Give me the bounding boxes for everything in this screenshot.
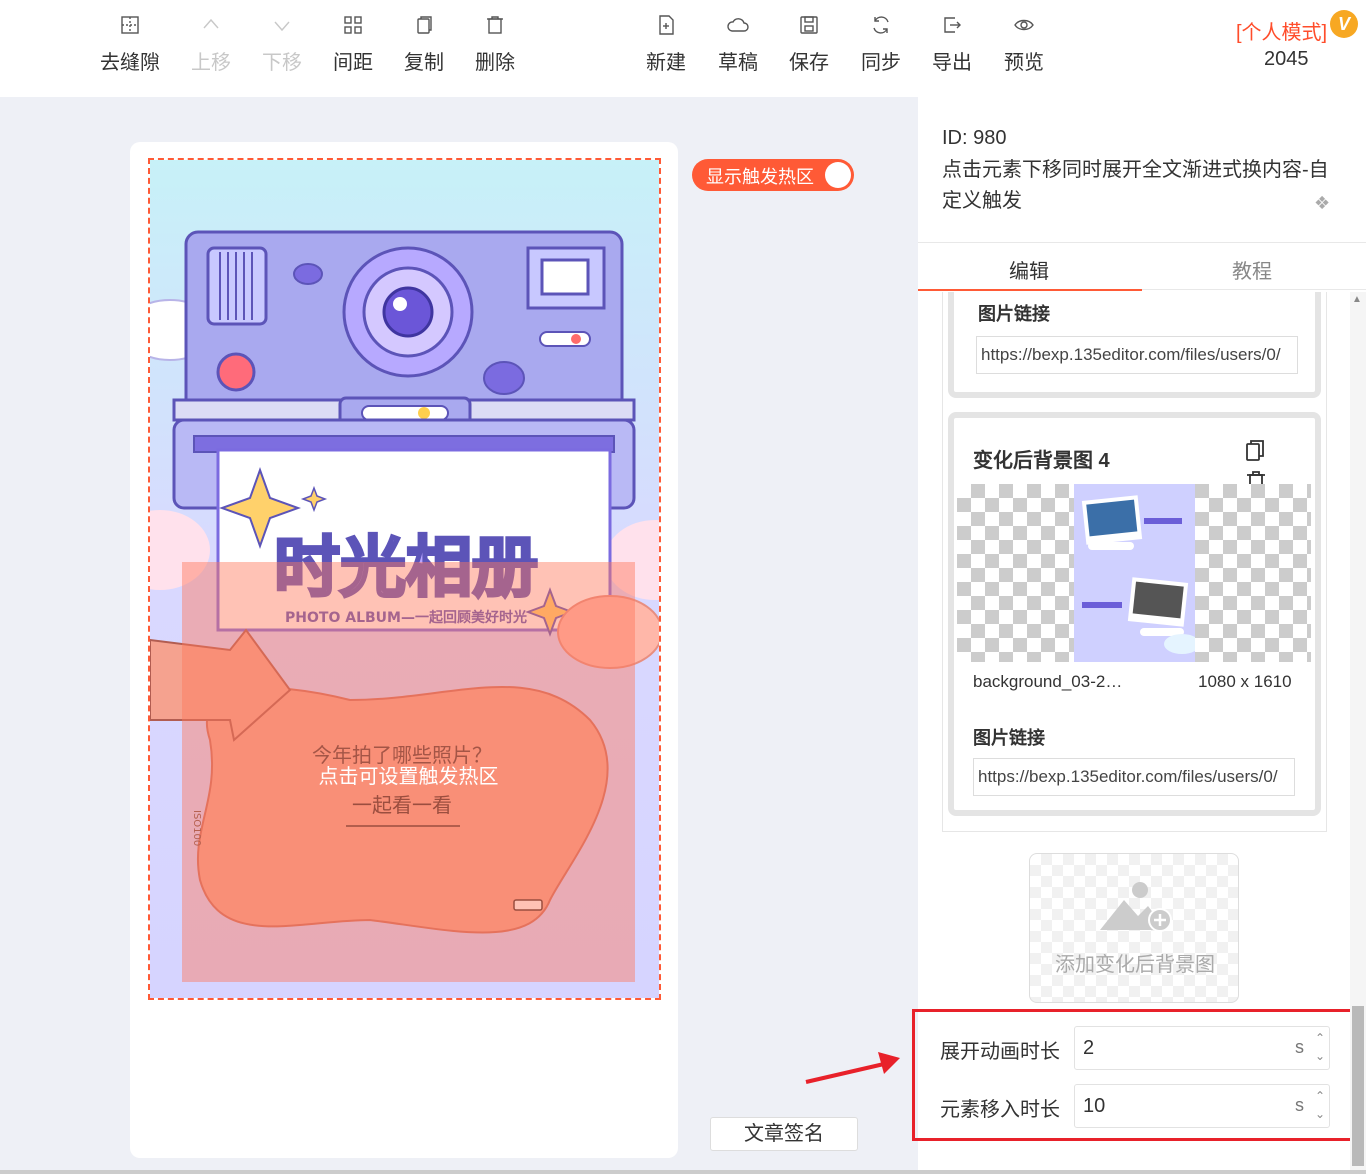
hotzone-hint: 点击可设置触发热区	[318, 766, 499, 788]
copy-label: 复制	[404, 52, 444, 74]
seam-icon	[121, 16, 139, 34]
panel-tabs: 编辑 教程	[918, 242, 1366, 291]
tab-edit[interactable]: 编辑	[1009, 255, 1049, 284]
sync-button[interactable]: 同步	[849, 14, 913, 75]
add-image-icon	[1100, 882, 1172, 932]
template-id: ID: 980	[942, 127, 1007, 149]
move-down-button[interactable]: 下移	[250, 14, 314, 75]
show-hotzone-label: 显示触发热区	[706, 167, 814, 187]
background-card-title: 变化后背景图 4	[973, 450, 1110, 472]
annotation-arrow	[805, 1052, 900, 1084]
thumbnail-image	[1074, 484, 1200, 662]
background-filename: background_03-2…	[973, 672, 1123, 691]
panel-scrollbar-thumb[interactable]	[1352, 1006, 1364, 1166]
show-hotzone-toggle[interactable]: 显示触发热区	[692, 159, 854, 191]
tools-icon[interactable]: ❖	[1314, 193, 1330, 214]
user-count: 2045	[1264, 48, 1309, 70]
move-up-label: 上移	[191, 52, 231, 74]
spacing-label: 间距	[333, 52, 373, 74]
remove-gap-label: 去缝隙	[100, 52, 160, 74]
new-label: 新建	[646, 52, 686, 74]
draft-label: 草稿	[718, 52, 758, 74]
cloud-icon	[727, 18, 749, 32]
image-link-input[interactable]: https://bexp.135editor.com/files/users/0…	[973, 758, 1295, 796]
toggle-knob	[825, 162, 851, 188]
copy-icon[interactable]	[1244, 438, 1268, 464]
tab-tutorial[interactable]: 教程	[1232, 255, 1272, 284]
sync-label: 同步	[861, 52, 901, 74]
move-down-label: 下移	[262, 52, 302, 74]
image-link-label: 图片链接	[973, 728, 1045, 748]
add-background-button[interactable]: 添加变化后背景图	[1029, 853, 1239, 1003]
export-label: 导出	[932, 52, 972, 74]
scroll-up-icon[interactable]: ▲	[1352, 294, 1362, 305]
copy-icon	[417, 16, 432, 34]
draft-button[interactable]: 草稿	[706, 14, 770, 75]
bottom-divider	[0, 1170, 1366, 1174]
preview-button[interactable]: 预览	[992, 14, 1056, 75]
background-card-4: 变化后背景图 4 background_03-2… 1080 x 1610 图片…	[948, 412, 1321, 816]
down-icon	[274, 21, 290, 32]
preview-label: 预览	[1004, 52, 1044, 74]
new-file-icon	[659, 15, 674, 35]
tab-underline	[918, 289, 1142, 291]
toolbar: 去缝隙 上移 下移 间距 复制 删除 新建 草稿 保存 同步 导出 预览 [个人…	[0, 0, 1366, 97]
export-button[interactable]: 导出	[920, 14, 984, 75]
delete-label: 删除	[475, 52, 515, 74]
background-list: 图片链接 https://bexp.135editor.com/files/us…	[942, 292, 1327, 832]
sync-icon	[873, 16, 889, 34]
image-link-label: 图片链接	[978, 304, 1050, 324]
spacing-button[interactable]: 间距	[321, 14, 385, 75]
eye-icon	[1014, 19, 1034, 31]
new-button[interactable]: 新建	[634, 14, 698, 75]
save-button[interactable]: 保存	[777, 14, 841, 75]
move-up-button[interactable]: 上移	[179, 14, 243, 75]
background-dimensions: 1080 x 1610	[1198, 672, 1292, 691]
save-icon	[800, 16, 818, 34]
vip-badge: V	[1330, 10, 1358, 38]
delete-button[interactable]: 删除	[463, 14, 527, 75]
up-icon	[203, 18, 219, 29]
save-label: 保存	[789, 52, 829, 74]
image-link-input[interactable]: https://bexp.135editor.com/files/users/0…	[976, 336, 1298, 374]
spacing-icon	[344, 16, 362, 34]
trash-icon	[487, 16, 503, 34]
highlight-box	[912, 1009, 1354, 1141]
copy-button[interactable]: 复制	[392, 14, 456, 75]
background-thumbnail[interactable]	[957, 484, 1311, 662]
add-background-label: 添加变化后背景图	[1055, 954, 1215, 976]
article-signature-button[interactable]: 文章签名	[710, 1117, 858, 1151]
remove-gap-button[interactable]: 去缝隙	[98, 14, 162, 75]
export-icon	[944, 17, 961, 33]
background-card-3: 图片链接 https://bexp.135editor.com/files/us…	[948, 292, 1321, 398]
template-title: 点击元素下移同时展开全文渐进式换内容-自定义触发	[942, 159, 1329, 212]
mode-switch[interactable]: [个人模式]	[1236, 16, 1327, 45]
